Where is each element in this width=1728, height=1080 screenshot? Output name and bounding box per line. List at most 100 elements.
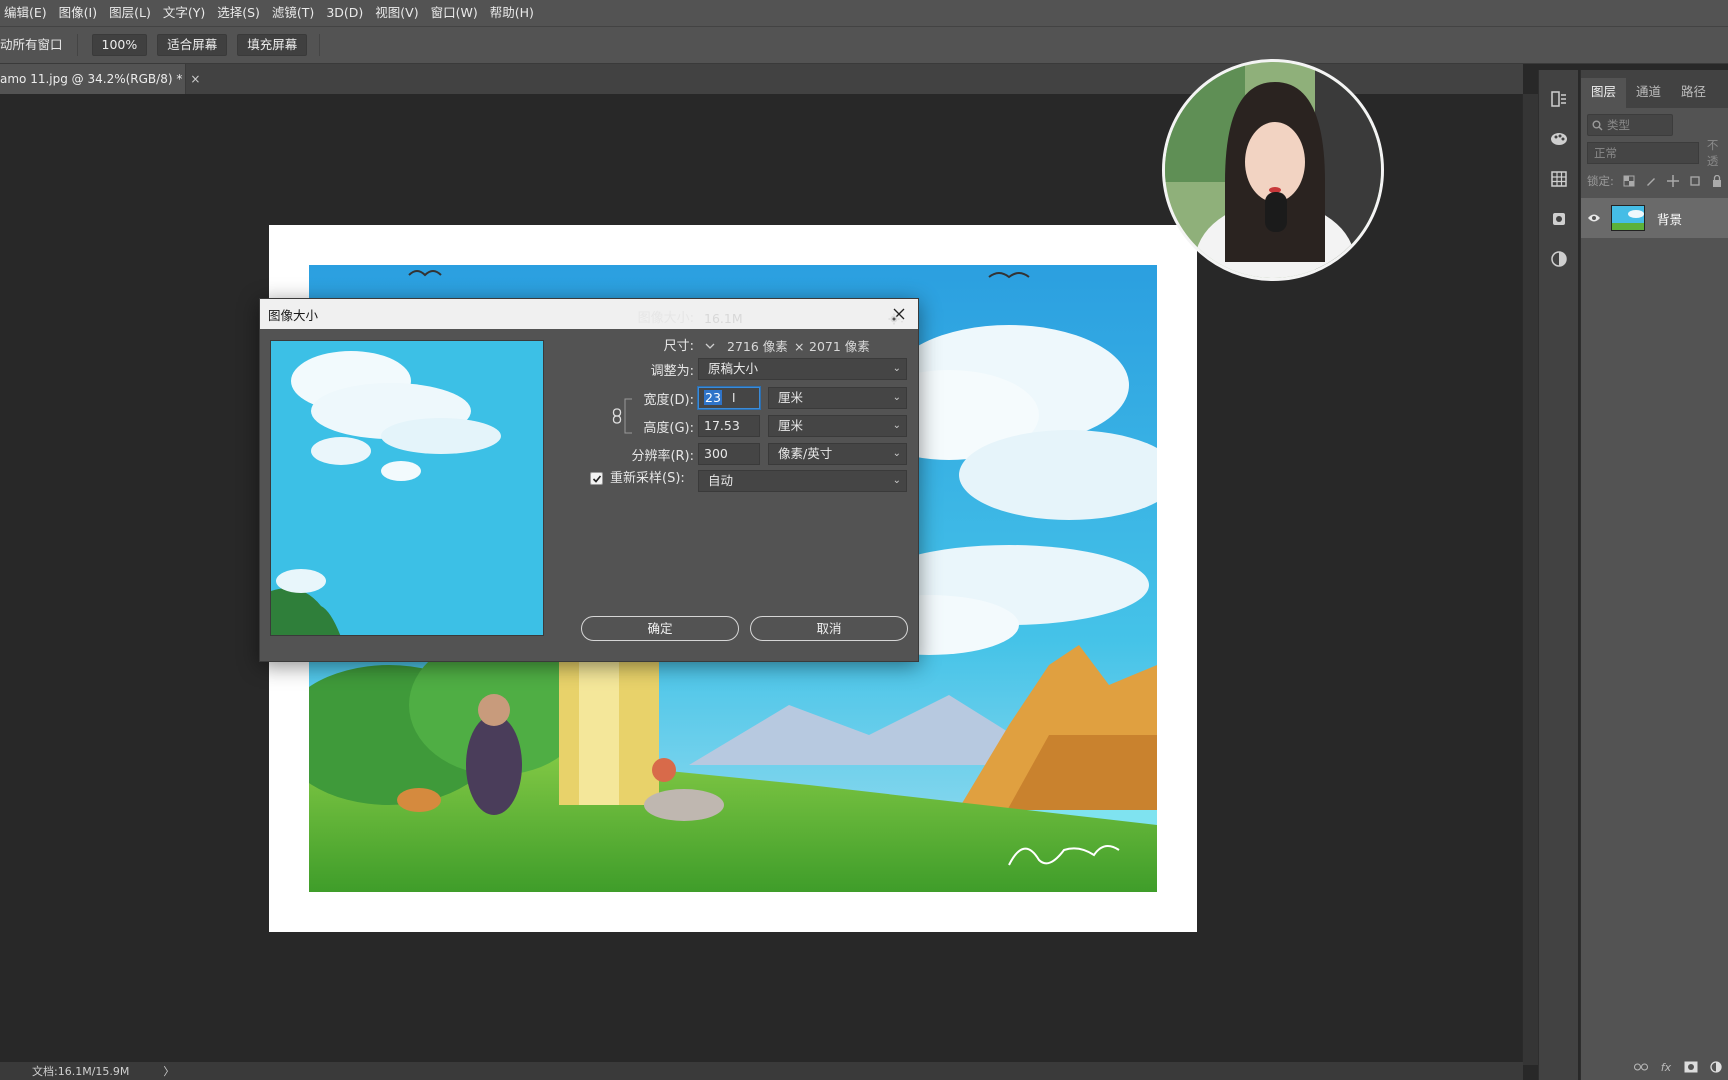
width-unit-select[interactable]: 厘米 ⌄ xyxy=(768,387,907,409)
adjustments-icon[interactable] xyxy=(1548,248,1570,270)
panel-icon-strip xyxy=(1538,70,1578,1080)
menu-edit[interactable]: 编辑(E) xyxy=(0,0,53,26)
swatches-grid-icon[interactable] xyxy=(1548,168,1570,190)
layer-filter-placeholder: 类型 xyxy=(1607,118,1630,132)
dimension-times: × xyxy=(794,339,805,354)
menu-type[interactable]: 文字(Y) xyxy=(157,0,211,26)
menu-select[interactable]: 选择(S) xyxy=(211,0,266,26)
image-size-label: 图像大小: xyxy=(637,311,694,326)
chevron-down-icon: ⌄ xyxy=(892,475,901,486)
resample-label: 重新采样(S): xyxy=(610,471,685,486)
layer-filter-input[interactable]: 类型 xyxy=(1587,114,1673,136)
resolution-input[interactable]: 300 xyxy=(698,443,760,465)
image-preview[interactable] xyxy=(270,340,544,636)
options-divider xyxy=(319,34,321,56)
cancel-button[interactable]: 取消 xyxy=(750,616,908,641)
scroll-all-windows-option[interactable]: 动所有窗口 xyxy=(0,34,78,56)
dimension-width-value: 2716 像素 xyxy=(727,339,788,354)
height-input[interactable]: 17.53 xyxy=(698,415,760,437)
opacity-label: 不透 xyxy=(1706,138,1719,168)
menu-bar: 编辑(E) 图像(I) 图层(L) 文字(Y) 选择(S) 滤镜(T) 3D(D… xyxy=(0,0,1728,26)
chevron-down-icon: ⌄ xyxy=(892,448,901,459)
layers-panel-tabs: 图层 通道 路径 xyxy=(1581,70,1728,108)
fit-to-label: 调整为: xyxy=(650,364,694,379)
layer-row-background[interactable]: 背景 xyxy=(1581,198,1728,238)
color-palette-icon[interactable] xyxy=(1548,128,1570,150)
presenter-video xyxy=(1165,62,1381,278)
lock-brush-icon[interactable] xyxy=(1644,174,1658,188)
zoom-100-button[interactable]: 100% xyxy=(91,34,148,56)
lock-label: 锁定: xyxy=(1587,174,1614,188)
lock-move-icon[interactable] xyxy=(1666,174,1680,188)
lock-artboard-icon[interactable] xyxy=(1688,174,1702,188)
layer-name: 背景 xyxy=(1657,211,1683,227)
fit-screen-button[interactable]: 适合屏幕 xyxy=(157,34,228,56)
dialog-title: 图像大小 xyxy=(268,307,319,323)
visibility-eye-icon[interactable] xyxy=(1581,213,1607,223)
chevron-down-icon: ⌄ xyxy=(892,420,901,431)
resolution-unit-select[interactable]: 像素/英寸 ⌄ xyxy=(768,443,907,465)
lock-row: 锁定: xyxy=(1587,170,1728,192)
dimensions-label: 尺寸: xyxy=(663,339,694,354)
layer-style-fx-icon[interactable]: fx xyxy=(1657,1058,1675,1076)
resolution-label: 分辨率(R): xyxy=(631,449,694,464)
menu-window[interactable]: 窗口(W) xyxy=(425,0,484,26)
ok-button[interactable]: 确定 xyxy=(581,616,739,641)
status-menu-arrow-icon[interactable]: 〉 xyxy=(163,1063,174,1079)
blend-row: 正常 不透 xyxy=(1587,138,1728,168)
link-layers-icon[interactable] xyxy=(1632,1058,1650,1076)
height-value: 17.53 xyxy=(704,418,740,433)
close-tab-icon[interactable]: × xyxy=(190,72,200,86)
gear-icon[interactable] xyxy=(888,312,904,330)
image-size-value: 16.1M xyxy=(704,311,743,326)
fit-to-value: 原稿大小 xyxy=(708,361,759,376)
layer-thumbnail xyxy=(1611,205,1645,231)
layers-panel-footer: fx xyxy=(1581,1054,1728,1080)
history-panel-icon[interactable] xyxy=(1548,88,1570,110)
resample-method-value: 自动 xyxy=(708,473,734,488)
document-tab-title: amo 11.jpg @ 34.2%(RGB/8) * xyxy=(0,72,183,86)
status-bar: 文档:16.1M/15.9M 〉 xyxy=(0,1062,1523,1080)
fit-to-select[interactable]: 原稿大小 ⌄ xyxy=(698,358,907,380)
add-mask-icon[interactable] xyxy=(1682,1058,1700,1076)
layers-panel: 图层 通道 路径 类型 正常 不透 锁定: 背景 fx xyxy=(1580,70,1728,1080)
height-label: 高度(G): xyxy=(643,421,694,436)
menu-layer[interactable]: 图层(L) xyxy=(103,0,157,26)
chevron-down-icon: ⌄ xyxy=(892,363,901,374)
search-icon xyxy=(1592,120,1603,130)
menu-3d[interactable]: 3D(D) xyxy=(320,0,369,26)
text-cursor-icon: I xyxy=(731,390,736,405)
tab-paths[interactable]: 路径 xyxy=(1671,78,1716,108)
lock-transparent-icon[interactable] xyxy=(1622,174,1636,188)
options-bar: 动所有窗口 100% 适合屏幕 填充屏幕 xyxy=(0,26,1728,64)
canvas-vertical-scrollbar[interactable] xyxy=(1522,94,1538,1065)
tab-channels[interactable]: 通道 xyxy=(1626,78,1671,108)
image-size-dialog: 图像大小 图像大小: 16.1M 尺寸: 2716 像素 × 2071 像素 调… xyxy=(259,298,919,662)
width-label: 宽度(D): xyxy=(643,393,694,408)
document-tab[interactable]: amo 11.jpg @ 34.2%(RGB/8) * × xyxy=(0,64,200,94)
menu-filter[interactable]: 滤镜(T) xyxy=(266,0,320,26)
width-value: 23 xyxy=(704,390,722,405)
menu-image[interactable]: 图像(I) xyxy=(53,0,103,26)
lock-all-icon[interactable] xyxy=(1710,174,1724,188)
webcam-overlay xyxy=(1162,59,1384,281)
dimensions-chevron-icon[interactable] xyxy=(704,339,716,357)
chevron-down-icon: ⌄ xyxy=(892,392,901,403)
menu-help[interactable]: 帮助(H) xyxy=(484,0,540,26)
resolution-unit-value: 像素/英寸 xyxy=(778,446,833,461)
height-unit-value: 厘米 xyxy=(778,418,804,433)
resample-checkbox[interactable] xyxy=(590,472,603,485)
resample-method-select[interactable]: 自动 ⌄ xyxy=(698,470,907,492)
dialog-titlebar[interactable]: 图像大小 xyxy=(260,299,918,329)
width-input[interactable]: 23 I xyxy=(698,387,760,409)
dimension-height-value: 2071 像素 xyxy=(809,339,870,354)
resolution-value: 300 xyxy=(704,446,728,461)
blend-mode-select[interactable]: 正常 xyxy=(1587,142,1699,164)
tab-layers[interactable]: 图层 xyxy=(1581,78,1627,108)
libraries-icon[interactable] xyxy=(1548,208,1570,230)
menu-view[interactable]: 视图(V) xyxy=(369,0,424,26)
height-unit-select[interactable]: 厘米 ⌄ xyxy=(768,415,907,437)
adjustment-layer-icon[interactable] xyxy=(1707,1058,1725,1076)
document-size-status: 文档:16.1M/15.9M xyxy=(32,1065,130,1078)
fill-screen-button[interactable]: 填充屏幕 xyxy=(237,34,308,56)
